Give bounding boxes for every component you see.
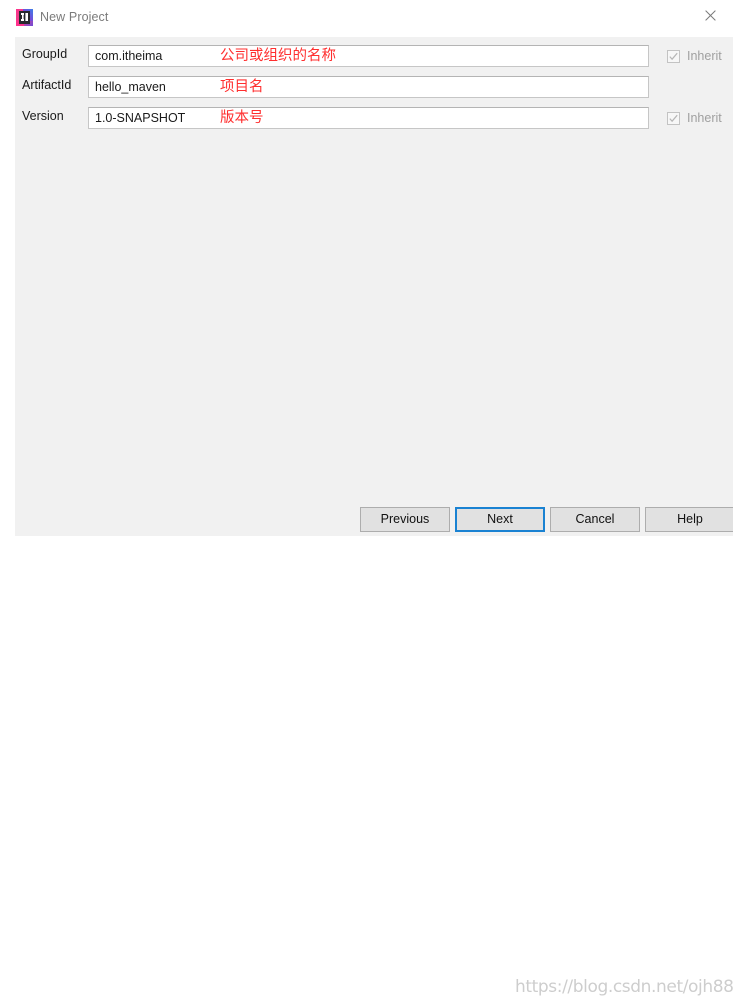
form-row-artifactid: ArtifactId 项目名	[15, 76, 733, 98]
version-inherit-group[interactable]: Inherit	[667, 109, 722, 127]
cancel-button[interactable]: Cancel	[550, 507, 640, 532]
groupid-inherit-group[interactable]: Inherit	[667, 47, 722, 65]
form-row-groupid: GroupId 公司或组织的名称 Inherit	[15, 45, 733, 67]
artifactid-input[interactable]	[88, 76, 649, 98]
artifactid-label: ArtifactId	[22, 78, 72, 92]
groupid-input[interactable]	[88, 45, 649, 67]
next-button[interactable]: Next	[455, 507, 545, 532]
dialog-content: GroupId 公司或组织的名称 Inherit ArtifactId 项目名 …	[15, 37, 733, 997]
help-button[interactable]: Help	[645, 507, 733, 532]
window-title: New Project	[40, 10, 109, 24]
dialog-button-bar: Previous Next Cancel Help https://blog.c…	[15, 507, 733, 997]
version-inherit-label: Inherit	[687, 111, 722, 125]
groupid-inherit-checkbox[interactable]	[667, 49, 680, 63]
form-row-version: Version 版本号 Inherit	[15, 107, 733, 129]
version-input[interactable]	[88, 107, 649, 129]
groupid-label: GroupId	[22, 47, 68, 61]
close-button[interactable]	[688, 0, 733, 30]
version-inherit-checkbox[interactable]	[667, 111, 680, 125]
new-project-dialog: New Project GroupId 公司或组织的名称	[0, 0, 733, 997]
intellij-idea-icon	[16, 9, 33, 26]
watermark-text: https://blog.csdn.net/ojh88	[515, 977, 733, 997]
version-label: Version	[22, 109, 64, 123]
previous-button[interactable]: Previous	[360, 507, 450, 532]
title-bar: New Project	[0, 0, 733, 37]
close-icon	[705, 9, 716, 21]
groupid-inherit-label: Inherit	[687, 49, 722, 63]
